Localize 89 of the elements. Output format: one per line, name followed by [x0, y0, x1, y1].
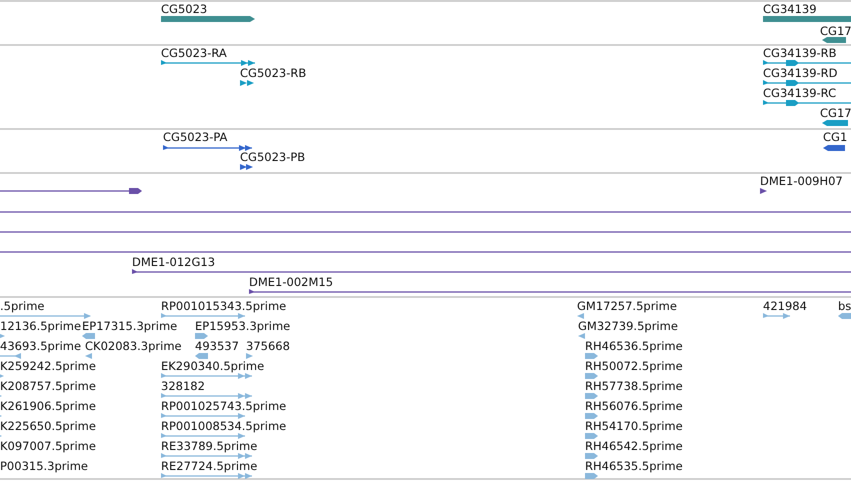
est-glyph[interactable]: [161, 313, 245, 319]
feature-label[interactable]: bs: [838, 299, 851, 313]
feature-label[interactable]: 12136.5prime: [0, 319, 82, 333]
feature-label[interactable]: RE27724.5prime: [161, 459, 258, 473]
transcript-glyph[interactable]: [763, 100, 851, 106]
feature-label[interactable]: K097007.5prime: [0, 439, 96, 453]
est-glyph[interactable]: [578, 333, 585, 339]
feature-label[interactable]: 375668: [246, 339, 290, 353]
clone-glyph[interactable]: [132, 269, 851, 274]
feature-label[interactable]: RH54170.5prime: [585, 419, 683, 433]
feature-label[interactable]: CG34139-RB: [763, 46, 837, 60]
feature-label[interactable]: K259242.5prime: [0, 359, 96, 373]
feature-label[interactable]: CG17: [820, 106, 851, 120]
est-glyph[interactable]: [0, 373, 4, 379]
protein-glyph[interactable]: [240, 164, 253, 170]
est-glyph[interactable]: [838, 313, 851, 319]
est-glyph[interactable]: [85, 353, 92, 359]
feature-label[interactable]: K261906.5prime: [0, 399, 96, 413]
feature-label[interactable]: CG34139-RD: [763, 66, 838, 80]
gene-glyph[interactable]: [161, 16, 255, 22]
transcript-glyph[interactable]: [240, 80, 254, 86]
feature-label[interactable]: EP17315.3prime: [82, 319, 178, 333]
est-glyph[interactable]: [161, 473, 252, 479]
feature-label[interactable]: RH56076.5prime: [585, 399, 683, 413]
feature-label[interactable]: K225650.5prime: [0, 419, 96, 433]
est-glyph[interactable]: [82, 333, 95, 339]
feature-label[interactable]: CG5023-PA: [163, 130, 228, 144]
est-glyph[interactable]: [161, 413, 245, 419]
feature-label[interactable]: DME1-012G13: [132, 255, 216, 269]
transcript-glyph[interactable]: [763, 80, 851, 86]
est-glyph[interactable]: [246, 353, 253, 359]
feature-label[interactable]: RH46536.5prime: [585, 339, 683, 353]
est-glyph[interactable]: [585, 433, 598, 439]
feature-label[interactable]: RH46542.5prime: [585, 439, 683, 453]
clone-glyph[interactable]: [0, 188, 142, 194]
clone-glyph[interactable]: [249, 289, 851, 294]
feature-label[interactable]: 43693.5prime: [0, 339, 82, 353]
protein-glyph[interactable]: [163, 145, 252, 151]
feature-label[interactable]: RH46535.5prime: [585, 459, 683, 473]
feature-label[interactable]: CG5023: [161, 2, 208, 16]
feature-label[interactable]: EP15953.3prime: [195, 319, 290, 333]
est-glyph[interactable]: [0, 353, 21, 359]
est-glyph[interactable]: [585, 473, 598, 479]
feature-label[interactable]: DME1-009H07: [760, 174, 843, 188]
feature-label[interactable]: RH57738.5prime: [585, 379, 683, 393]
feature-label[interactable]: RP001025743.5prime: [161, 399, 286, 413]
transcript-glyph[interactable]: [161, 60, 255, 66]
feature-label[interactable]: RP001015343.5prime: [161, 299, 286, 313]
clone-glyph[interactable]: [760, 188, 767, 194]
est-glyph[interactable]: [161, 453, 252, 459]
est-glyph[interactable]: [585, 393, 598, 399]
feature-label[interactable]: 421984: [763, 299, 807, 313]
transcript-glyph[interactable]: [763, 60, 851, 66]
est-glyph[interactable]: [161, 393, 252, 399]
feature-label[interactable]: RE33789.5prime: [161, 439, 258, 453]
feature-label[interactable]: EK290340.5prime: [161, 359, 264, 373]
feature-label[interactable]: CG5023-RA: [161, 46, 227, 60]
est-glyph[interactable]: [195, 333, 208, 339]
feature-label[interactable]: CG5023-RB: [240, 66, 306, 80]
feature-label[interactable]: 328182: [161, 379, 205, 393]
feature-label[interactable]: GM32739.5prime: [578, 319, 678, 333]
feature-label[interactable]: RH50072.5prime: [585, 359, 683, 373]
feature-label[interactable]: CG1: [823, 130, 848, 144]
est-glyph[interactable]: [585, 353, 598, 359]
feature-label[interactable]: CK02083.3prime: [85, 339, 182, 353]
feature-label[interactable]: 493537: [195, 339, 239, 353]
est-glyph[interactable]: [577, 313, 584, 319]
feature-label[interactable]: CG34139: [763, 2, 817, 16]
feature-label[interactable]: DME1-002M15: [249, 275, 334, 289]
protein-glyph[interactable]: [823, 145, 845, 151]
est-glyph[interactable]: [0, 333, 5, 339]
transcript-glyph[interactable]: [822, 120, 848, 126]
feature-label[interactable]: CG34139-RC: [763, 86, 836, 100]
feature-label[interactable]: GM17257.5prime: [577, 299, 677, 313]
est-glyph[interactable]: [195, 353, 208, 359]
est-glyph[interactable]: [585, 453, 598, 459]
est-glyph[interactable]: [763, 313, 790, 319]
feature-label[interactable]: RP001008534.5prime: [161, 419, 286, 433]
gene-glyph[interactable]: [822, 37, 846, 43]
est-glyph[interactable]: [161, 373, 252, 379]
est-glyph[interactable]: [0, 313, 91, 319]
feature-label[interactable]: CG5023-PB: [240, 150, 306, 164]
est-glyph[interactable]: [585, 413, 598, 419]
est-glyph[interactable]: [585, 373, 598, 379]
feature-label[interactable]: CG17: [820, 24, 851, 38]
feature-label[interactable]: P00315.3prime: [0, 459, 88, 473]
feature-label[interactable]: K208757.5prime: [0, 379, 96, 393]
est-glyph[interactable]: [161, 433, 245, 439]
feature-label[interactable]: .5prime: [0, 299, 44, 313]
